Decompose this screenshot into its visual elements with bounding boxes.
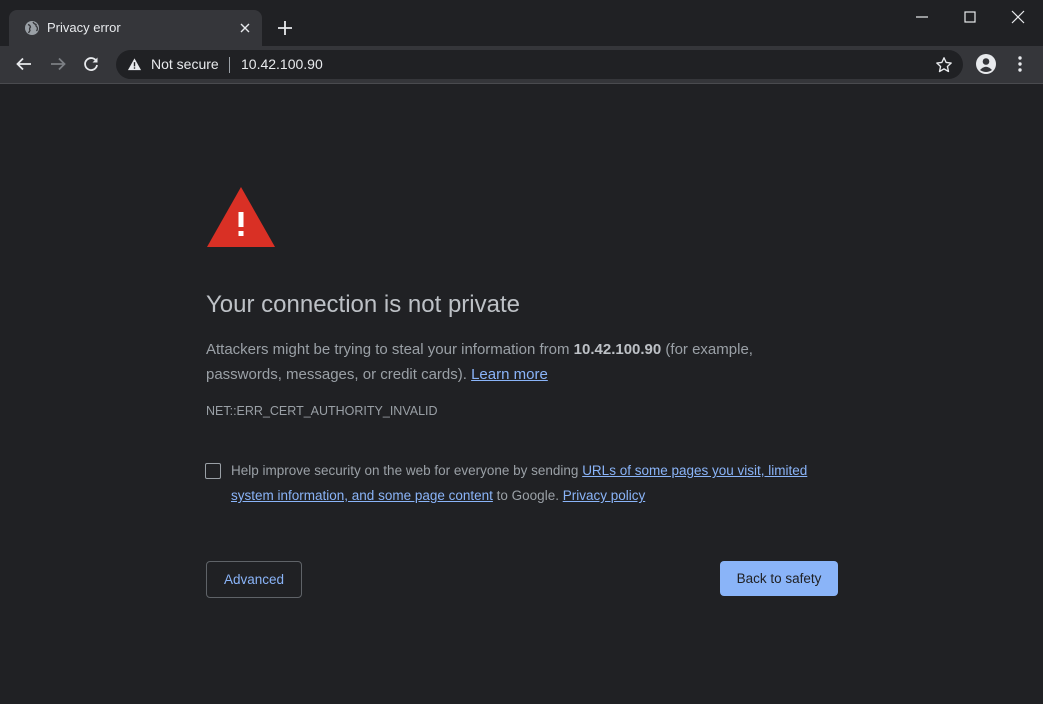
bookmark-star-icon[interactable]: [935, 56, 953, 74]
privacy-policy-link[interactable]: Privacy policy: [563, 488, 646, 503]
maximize-icon[interactable]: [960, 7, 980, 27]
host-name: 10.42.100.90: [573, 341, 662, 358]
red-warning-triangle-icon: [207, 187, 275, 247]
url-text[interactable]: 10.42.100.90: [241, 56, 323, 72]
reload-icon[interactable]: [81, 54, 101, 74]
extended-reporting-label: Help improve security on the web for eve…: [231, 458, 831, 508]
browser-toolbar: Not secure 10.42.100.90: [0, 46, 1043, 83]
privacy-error-page: Your connection is not private Attackers…: [0, 84, 1043, 704]
page-title: Your connection is not private: [206, 291, 520, 318]
tab-privacy-error[interactable]: Privacy error: [9, 10, 262, 46]
tab-close-icon[interactable]: [237, 20, 253, 36]
close-window-icon[interactable]: [1008, 7, 1028, 27]
forward-arrow-icon[interactable]: [48, 54, 68, 74]
tab-strip: Privacy error: [0, 0, 1043, 46]
optin-text-middle: to Google.: [492, 488, 563, 503]
error-explanation: Attackers might be trying to steal your …: [206, 337, 826, 387]
address-bar[interactable]: Not secure 10.42.100.90: [116, 50, 963, 79]
security-status-label[interactable]: Not secure: [151, 56, 219, 72]
learn-more-link[interactable]: Learn more: [471, 366, 548, 383]
extended-reporting-checkbox[interactable]: [205, 463, 221, 479]
back-to-safety-button[interactable]: Back to safety: [720, 561, 838, 596]
more-menu-icon[interactable]: [1011, 54, 1029, 74]
explanation-text: Attackers might be trying to steal your …: [206, 341, 574, 358]
tab-title: Privacy error: [47, 20, 121, 35]
minimize-icon[interactable]: [912, 7, 932, 27]
warning-triangle-icon[interactable]: [127, 57, 142, 72]
back-arrow-icon[interactable]: [14, 54, 34, 74]
globe-icon: [25, 21, 39, 35]
new-tab-plus-icon[interactable]: [276, 19, 294, 37]
optin-text: Help improve security on the web for eve…: [231, 463, 583, 478]
omnibox-divider: [229, 57, 230, 73]
advanced-button[interactable]: Advanced: [206, 561, 302, 598]
error-code: NET::ERR_CERT_AUTHORITY_INVALID: [206, 404, 438, 418]
profile-avatar-icon[interactable]: [975, 53, 997, 75]
